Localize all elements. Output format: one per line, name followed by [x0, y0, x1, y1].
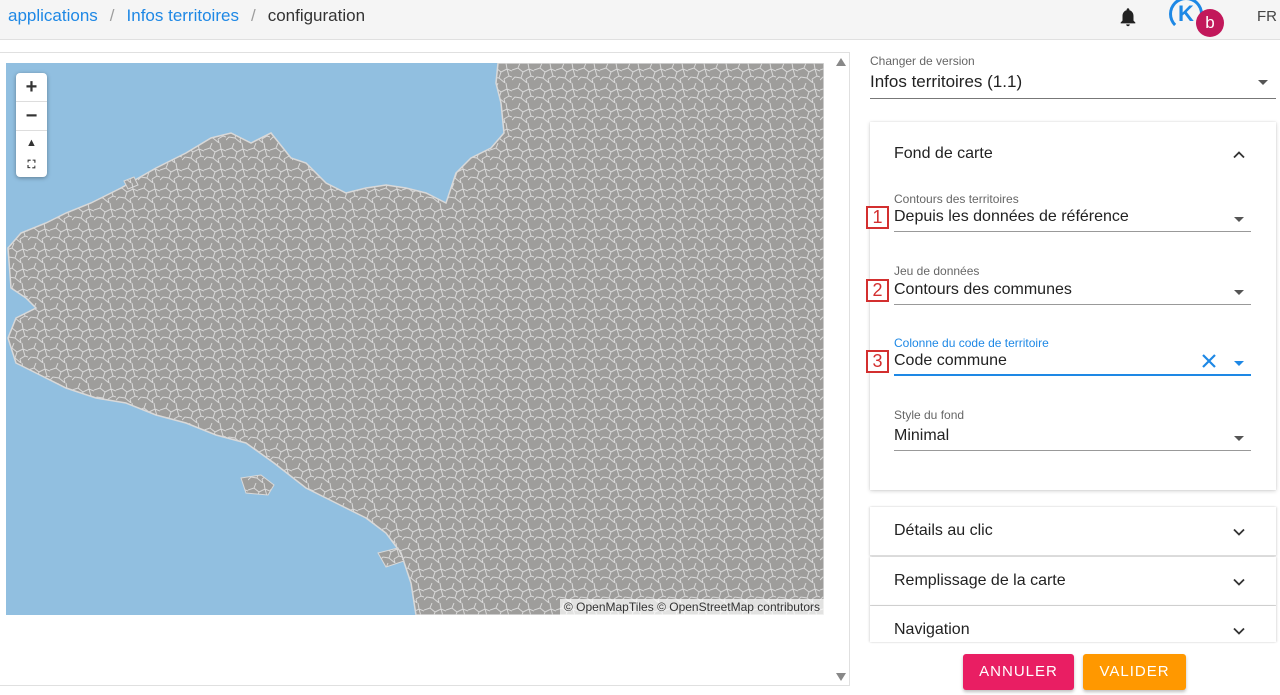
scroll-down-arrow-icon[interactable] [836, 673, 846, 681]
breadcrumb-applications[interactable]: applications [8, 6, 98, 26]
dropdown-caret-icon [1234, 436, 1244, 441]
dropdown-caret-icon [1234, 217, 1244, 222]
breadcrumb-separator: / [109, 6, 115, 25]
language-selector[interactable]: FR [1257, 8, 1277, 25]
colonne-code-value: Code commune [894, 352, 1007, 369]
contours-value: Depuis les données de référence [894, 208, 1129, 225]
accordion-details-au-clic[interactable]: Détails au clic [870, 507, 1276, 556]
fond-de-carte-title: Fond de carte [894, 145, 993, 162]
chevron-up-icon[interactable] [1233, 149, 1245, 161]
logo-letter: K [1178, 1, 1194, 26]
version-value: Infos territoires (1.1) [870, 72, 1023, 91]
map-zoom-controls: + − ▲ ⛶ [16, 73, 47, 177]
colonne-code-label: Colonne du code de territoire [894, 336, 1049, 350]
jeu-de-donnees-label: Jeu de données [894, 264, 980, 278]
style-fond-label: Style du fond [894, 408, 965, 422]
annotation-badge-1: 1 [866, 206, 889, 229]
jeu-de-donnees-value: Contours des communes [894, 281, 1072, 298]
fullscreen-button[interactable]: ⛶ [16, 154, 47, 177]
zoom-in-button[interactable]: + [16, 73, 47, 102]
user-avatar[interactable]: K b [1167, 0, 1227, 40]
land-mass [7, 63, 824, 615]
style-fond-value: Minimal [894, 427, 950, 444]
clear-icon[interactable] [1200, 352, 1218, 370]
chevron-down-icon [1233, 578, 1245, 586]
island [240, 474, 275, 496]
version-label: Changer de version [870, 54, 975, 68]
zoom-out-button[interactable]: − [16, 102, 47, 131]
top-bar: applications / Infos territoires / confi… [0, 0, 1280, 40]
accordion-label: Remplissage de la carte [894, 572, 1066, 589]
reset-north-button[interactable]: ▲ [16, 131, 47, 154]
colonne-code-select[interactable]: 3 Code commune [866, 350, 1251, 376]
contours-label: Contours des territoires [894, 192, 1019, 206]
jeu-de-donnees-select[interactable]: 2 Contours des communes [866, 279, 1251, 305]
accordion-remplissage[interactable]: Remplissage de la carte [870, 557, 1276, 606]
dropdown-caret-icon [1258, 80, 1268, 85]
accordion-label: Détails au clic [894, 522, 993, 539]
version-select[interactable]: Infos territoires (1.1) [870, 68, 1276, 99]
annotation-badge-2: 2 [866, 279, 889, 302]
breadcrumb-infos-territoires[interactable]: Infos territoires [127, 6, 239, 26]
scroll-up-arrow-icon[interactable] [836, 58, 846, 66]
breadcrumb-separator: / [250, 6, 256, 25]
avatar-initial: b [1196, 9, 1224, 37]
dropdown-caret-icon [1234, 361, 1244, 366]
accordion-navigation[interactable]: Navigation [870, 606, 1276, 642]
dropdown-caret-icon [1234, 290, 1244, 295]
map-pane: + − ▲ ⛶ © OpenMapTiles © OpenStreetMap c… [0, 52, 850, 686]
map-view[interactable]: + − ▲ ⛶ © OpenMapTiles © OpenStreetMap c… [6, 63, 824, 615]
validate-button[interactable]: VALIDER [1083, 654, 1186, 690]
breadcrumb: applications / Infos territoires / confi… [8, 6, 365, 26]
cancel-button[interactable]: ANNULER [963, 654, 1074, 690]
accordion-label: Navigation [894, 621, 970, 638]
annotation-badge-3: 3 [866, 350, 889, 373]
map-territories [7, 63, 824, 615]
contours-select[interactable]: 1 Depuis les données de référence [866, 206, 1251, 232]
bell-icon[interactable] [1117, 5, 1139, 29]
map-attribution: © OpenMapTiles © OpenStreetMap contribut… [559, 599, 824, 615]
style-fond-select[interactable]: Minimal [894, 425, 1251, 451]
chevron-down-icon [1233, 627, 1245, 635]
chevron-down-icon [1233, 528, 1245, 536]
breadcrumb-current: configuration [267, 6, 366, 25]
fond-de-carte-panel: Fond de carte Contours des territoires 1… [866, 122, 1276, 490]
